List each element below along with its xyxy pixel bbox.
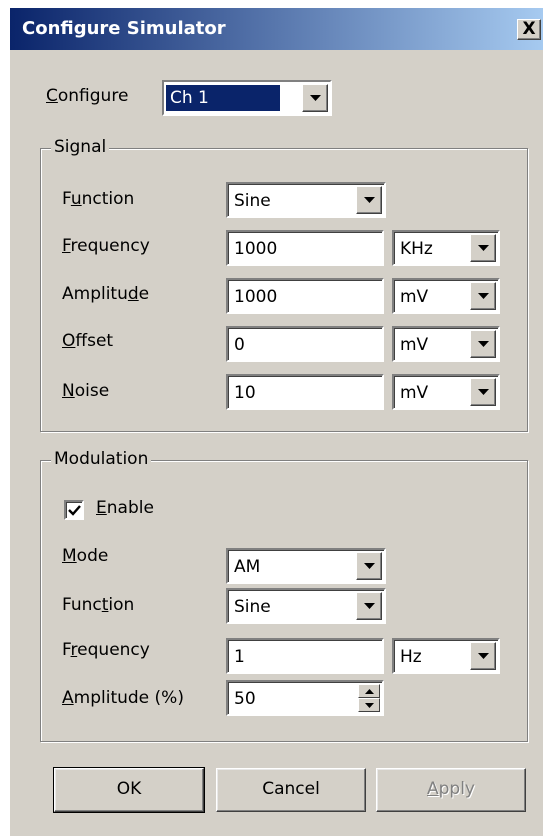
signal-group-legend: Signal — [51, 137, 110, 157]
signal-function-dropdown-button[interactable] — [356, 186, 382, 214]
chevron-down-icon — [478, 389, 489, 395]
arrow-down-icon — [365, 703, 374, 708]
signal-noise-input[interactable]: 10 — [226, 374, 384, 410]
signal-offset-label: Offset — [62, 331, 114, 351]
spin-down-button[interactable] — [358, 698, 380, 712]
signal-amplitude-unit-dropdown-button[interactable] — [470, 282, 496, 310]
chevron-down-icon — [478, 245, 489, 251]
ok-button[interactable]: OK — [53, 767, 205, 813]
signal-frequency-value: 1000 — [234, 239, 278, 259]
close-icon: X — [522, 19, 536, 39]
apply-button[interactable]: Apply — [376, 768, 526, 812]
modulation-frequency-label: Frequency — [62, 640, 150, 660]
title-bar[interactable]: Configure Simulator X — [10, 8, 543, 50]
signal-amplitude-unit-select[interactable]: mV — [392, 278, 500, 314]
configure-simulator-dialog: Configure Simulator X Configure Ch 1 Sig… — [10, 8, 543, 836]
signal-frequency-label: Frequency — [62, 236, 150, 256]
signal-noise-value: 10 — [234, 383, 256, 403]
cancel-button-label: Cancel — [262, 779, 320, 799]
signal-frequency-unit-value: KHz — [400, 239, 433, 259]
cancel-button[interactable]: Cancel — [216, 768, 366, 812]
signal-offset-unit-value: mV — [400, 335, 429, 355]
modulation-frequency-input[interactable]: 1 — [226, 638, 384, 674]
chevron-down-icon — [364, 603, 375, 609]
signal-noise-label: Noise — [62, 381, 110, 401]
chevron-down-icon — [364, 197, 375, 203]
modulation-function-label: Function — [62, 595, 135, 615]
signal-frequency-input[interactable]: 1000 — [226, 230, 384, 266]
spin-up-button[interactable] — [358, 684, 380, 698]
amplitude-spinner[interactable] — [358, 684, 380, 712]
modulation-enable-label[interactable]: Enable — [96, 498, 154, 518]
modulation-amplitude-label: Amplitude (%) — [62, 688, 184, 708]
modulation-function-value: Sine — [234, 597, 271, 617]
signal-function-select[interactable]: Sine — [226, 182, 386, 218]
window-title: Configure Simulator — [22, 18, 226, 39]
modulation-frequency-unit-dropdown-button[interactable] — [470, 642, 496, 670]
modulation-function-dropdown-button[interactable] — [356, 592, 382, 620]
modulation-enable-checkbox[interactable] — [64, 500, 84, 520]
chevron-down-icon — [364, 563, 375, 569]
configure-select[interactable]: Ch 1 — [162, 80, 332, 116]
signal-function-value: Sine — [234, 191, 271, 211]
modulation-mode-value: AM — [234, 557, 261, 577]
signal-amplitude-input[interactable]: 1000 — [226, 278, 384, 314]
configure-value: Ch 1 — [170, 88, 209, 108]
ok-button-label: OK — [116, 779, 142, 799]
modulation-frequency-value: 1 — [234, 647, 245, 667]
arrow-up-icon — [365, 689, 374, 694]
chevron-down-icon — [478, 293, 489, 299]
signal-amplitude-unit-value: mV — [400, 287, 429, 307]
modulation-mode-dropdown-button[interactable] — [356, 552, 382, 580]
signal-noise-unit-dropdown-button[interactable] — [470, 378, 496, 406]
signal-amplitude-value: 1000 — [234, 287, 278, 307]
signal-frequency-unit-select[interactable]: KHz — [392, 230, 500, 266]
modulation-function-select[interactable]: Sine — [226, 588, 386, 624]
configure-label: Configure — [46, 86, 129, 106]
signal-offset-input[interactable]: 0 — [226, 326, 384, 362]
apply-button-label: Apply — [426, 779, 475, 799]
signal-noise-unit-select[interactable]: mV — [392, 374, 500, 410]
modulation-mode-label: Mode — [62, 546, 109, 566]
signal-noise-unit-value: mV — [400, 383, 429, 403]
modulation-amplitude-spinbox[interactable]: 50 — [226, 680, 384, 716]
signal-offset-unit-select[interactable]: mV — [392, 326, 500, 362]
signal-frequency-unit-dropdown-button[interactable] — [470, 234, 496, 262]
configure-dropdown-button[interactable] — [302, 84, 328, 112]
signal-function-label: Function — [62, 189, 135, 209]
modulation-group-legend: Modulation — [51, 449, 152, 469]
chevron-down-icon — [478, 341, 489, 347]
checkmark-icon — [68, 505, 81, 516]
signal-offset-value: 0 — [234, 335, 245, 355]
modulation-amplitude-value: 50 — [234, 689, 256, 709]
close-button[interactable]: X — [517, 19, 541, 40]
modulation-frequency-unit-select[interactable]: Hz — [392, 638, 500, 674]
chevron-down-icon — [310, 95, 321, 101]
modulation-mode-select[interactable]: AM — [226, 548, 386, 584]
chevron-down-icon — [478, 653, 489, 659]
modulation-frequency-unit-value: Hz — [400, 647, 422, 667]
signal-offset-unit-dropdown-button[interactable] — [470, 330, 496, 358]
signal-amplitude-label: Amplitude — [62, 284, 150, 304]
